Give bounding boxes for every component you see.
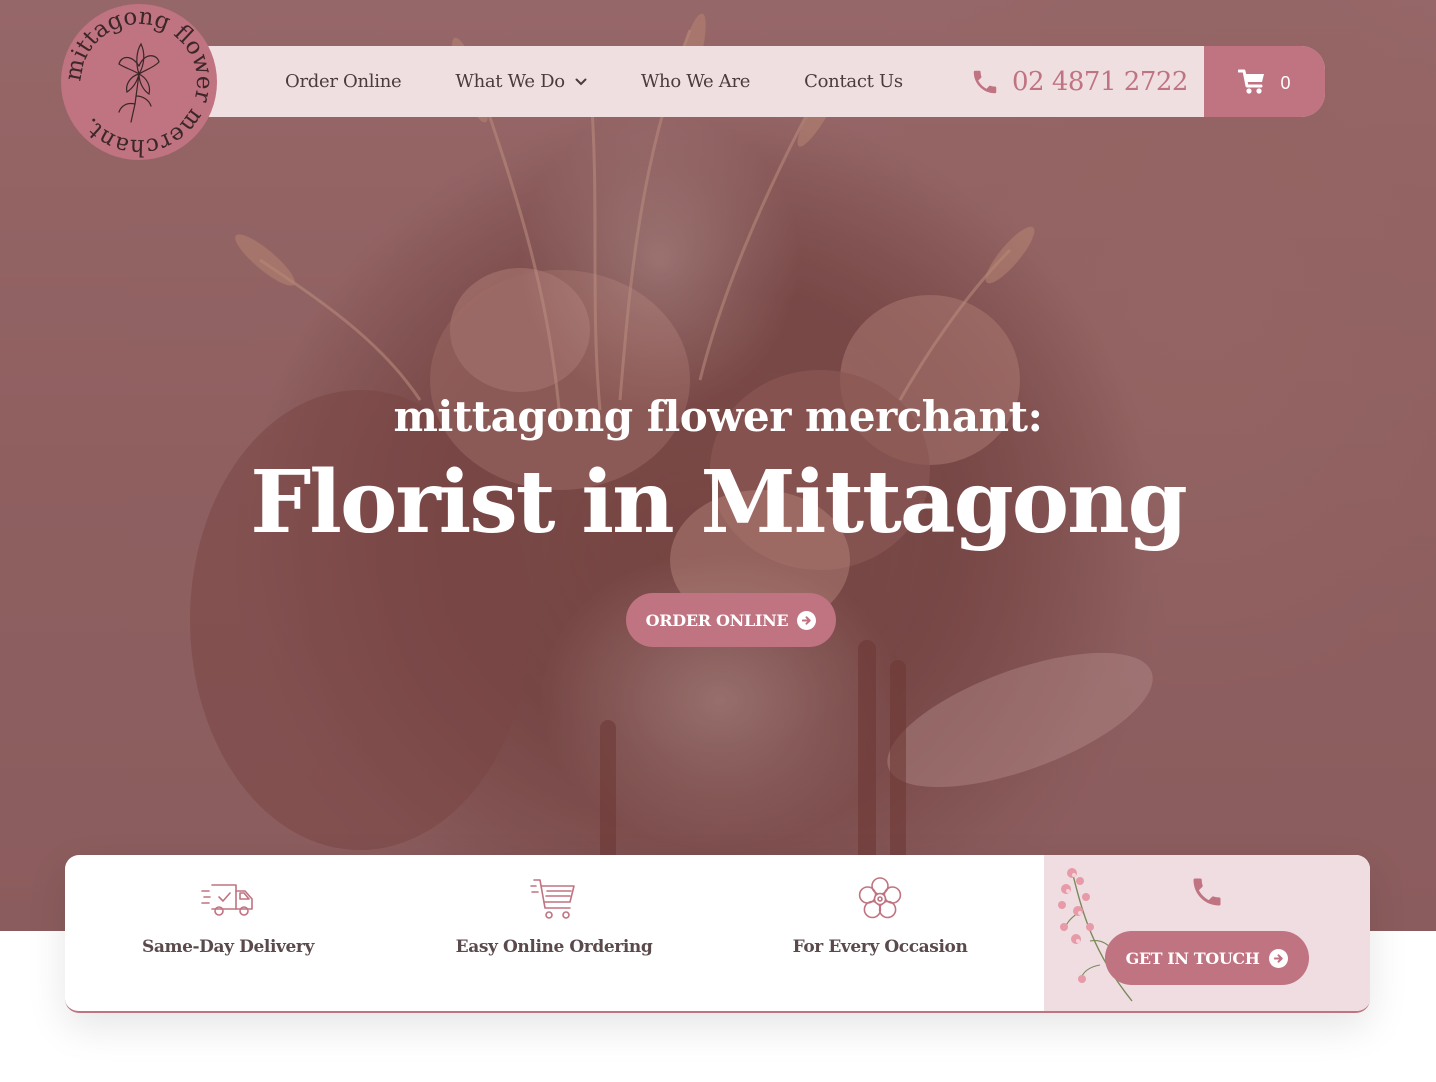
nav-item-who-we-are[interactable]: Who We Are xyxy=(640,71,751,92)
feature-label: Same-Day Delivery xyxy=(142,937,314,957)
get-in-touch-label: GET IN TOUCH xyxy=(1125,948,1260,968)
hero-title: Florist in Mittagong xyxy=(250,452,1187,553)
contact-panel: GET IN TOUCH xyxy=(1044,855,1370,1011)
nav-item-label: What We Do xyxy=(455,71,565,92)
nav-item-contact-us[interactable]: Contact Us xyxy=(804,71,903,92)
magnolia-line-art-icon xyxy=(118,42,160,123)
cart-button[interactable]: 0 xyxy=(1204,46,1325,117)
shopping-cart-icon xyxy=(530,879,575,919)
logo-text: mittagong flower merchant. xyxy=(61,4,217,160)
phone-icon xyxy=(973,70,997,93)
nav-item-label: Who We Are xyxy=(640,71,751,92)
hero-subtitle: mittagong flower merchant: xyxy=(393,392,1043,441)
nav-links: Order Online What We Do Who We Are Conta… xyxy=(285,46,957,117)
arrow-circle-right-icon xyxy=(1269,948,1289,968)
nav-item-what-we-do[interactable]: What We Do xyxy=(455,71,587,92)
order-online-label: ORDER ONLINE xyxy=(645,610,789,630)
cart-count: 0 xyxy=(1280,73,1291,93)
shopping-cart-icon xyxy=(1238,69,1265,94)
chevron-down-icon xyxy=(575,78,587,85)
order-online-button[interactable]: ORDER ONLINE xyxy=(626,593,836,647)
delivery-truck-icon xyxy=(201,884,253,916)
nav-item-label: Contact Us xyxy=(804,71,903,92)
phone-link[interactable]: 02 4871 2722 xyxy=(970,46,1188,117)
flower-icon xyxy=(858,877,902,919)
feature-easy-online-ordering: Easy Online Ordering xyxy=(391,855,717,1011)
feature-every-occasion: For Every Occasion xyxy=(717,855,1043,1011)
nav-item-label: Order Online xyxy=(285,71,402,92)
phone-number: 02 4871 2722 xyxy=(1012,66,1188,97)
features-bar: Same-Day Delivery Easy Online Ordering F… xyxy=(65,855,1370,1013)
get-in-touch-button[interactable]: GET IN TOUCH xyxy=(1105,931,1309,985)
nav-item-order-online[interactable]: Order Online xyxy=(285,71,402,92)
site-logo[interactable]: mittagong flower merchant. xyxy=(60,4,217,161)
phone-icon xyxy=(1193,878,1221,906)
feature-label: For Every Occasion xyxy=(792,937,968,957)
feature-same-day-delivery: Same-Day Delivery xyxy=(65,855,391,1011)
main-navigation-bar: Order Online What We Do Who We Are Conta… xyxy=(200,46,1325,117)
arrow-circle-right-icon xyxy=(797,610,817,630)
feature-label: Easy Online Ordering xyxy=(455,937,653,957)
